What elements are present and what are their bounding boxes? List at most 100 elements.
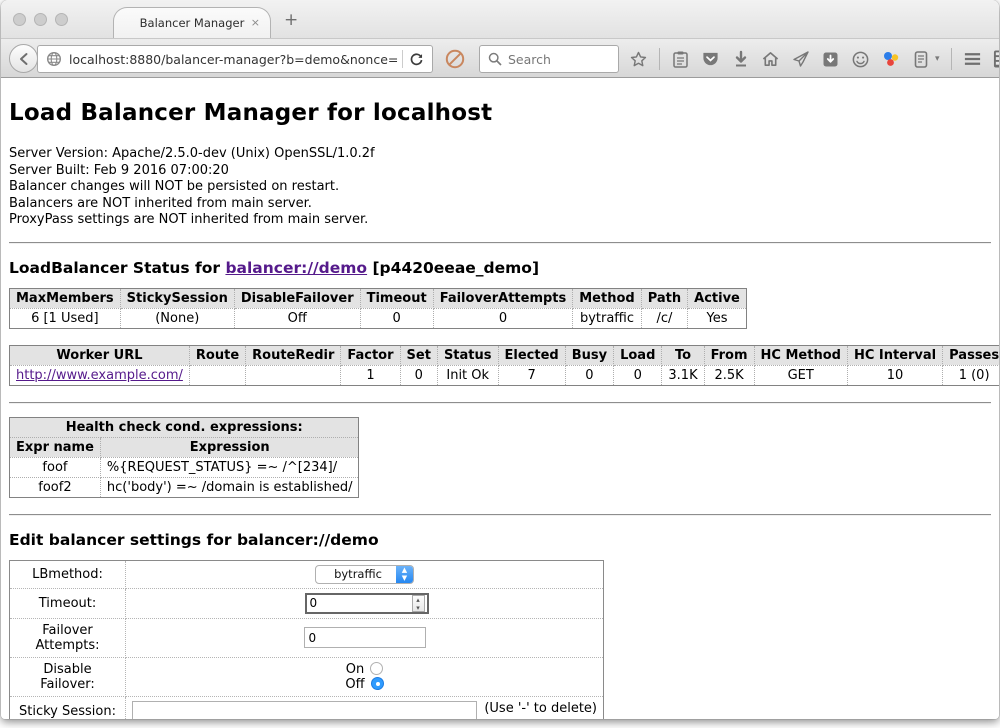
col-expression: Expression bbox=[100, 437, 359, 457]
back-button[interactable] bbox=[9, 44, 38, 73]
col-stickysession: StickySession bbox=[120, 288, 234, 308]
col-failoverattempts: FailoverAttempts bbox=[433, 288, 573, 308]
col-maxmembers: MaxMembers bbox=[10, 288, 121, 308]
cell-disablefailover: Off bbox=[234, 308, 360, 328]
notice-persist: Balancer changes will NOT be persisted o… bbox=[9, 179, 991, 196]
url-divider bbox=[402, 50, 403, 68]
timeout-input[interactable] bbox=[305, 593, 429, 614]
col-to: To bbox=[662, 345, 704, 365]
grid-icon[interactable] bbox=[993, 50, 999, 69]
table-row: foof %{REQUEST_STATUS} =~ /^[234]/ bbox=[10, 457, 359, 477]
cell-from: 2.5K bbox=[704, 365, 754, 385]
cell-route bbox=[189, 365, 245, 385]
url-bar[interactable]: localhost:8880/balancer-manager?b=demo&n… bbox=[37, 45, 433, 73]
cell-routeredir bbox=[246, 365, 341, 385]
bookmark-star-icon[interactable] bbox=[629, 50, 648, 69]
cell-timeout: 0 bbox=[360, 308, 433, 328]
cell-hc-interval: 10 bbox=[847, 365, 942, 385]
col-disablefailover: DisableFailover bbox=[234, 288, 360, 308]
colordots-icon[interactable] bbox=[881, 50, 900, 69]
radio-on-label: On bbox=[346, 662, 364, 677]
cell-active: Yes bbox=[688, 308, 747, 328]
disable-failover-label: Disable Failover: bbox=[10, 657, 126, 696]
sticky-session-input[interactable] bbox=[132, 701, 477, 720]
tab-balancer-manager[interactable]: Balancer Manager × bbox=[113, 7, 271, 38]
worker-status-table: Worker URL Route RouteRedir Factor Set S… bbox=[9, 345, 999, 386]
radio-off[interactable] bbox=[371, 677, 384, 690]
table-row: http://www.example.com/ 1 0 Init Ok 7 0 … bbox=[10, 365, 1000, 385]
cell-set: 0 bbox=[400, 365, 437, 385]
col-elected: Elected bbox=[498, 345, 565, 365]
blocked-icon[interactable] bbox=[444, 48, 466, 70]
col-hc-interval: HC Interval bbox=[847, 345, 942, 365]
menu-icon[interactable] bbox=[963, 50, 982, 69]
globe-icon bbox=[46, 51, 62, 67]
cell-expr-name: foof bbox=[10, 457, 101, 477]
clipboard-icon[interactable] bbox=[671, 50, 690, 69]
cell-maxmembers: 6 [1 Used] bbox=[10, 308, 121, 328]
balancer-demo-link[interactable]: balancer://demo bbox=[225, 259, 367, 277]
smiley-icon[interactable] bbox=[851, 50, 870, 69]
cell-load: 0 bbox=[614, 365, 662, 385]
search-bar[interactable] bbox=[479, 45, 619, 73]
divider bbox=[9, 242, 991, 244]
toolbar-divider bbox=[659, 48, 660, 70]
search-input[interactable] bbox=[508, 52, 603, 67]
traffic-lights bbox=[13, 13, 68, 26]
home-icon[interactable] bbox=[761, 50, 780, 69]
tab-bar: Balancer Manager × + bbox=[1, 0, 999, 38]
col-hc-method: HC Method bbox=[754, 345, 847, 365]
lbmethod-select[interactable]: bytraffic ▲▼ bbox=[315, 565, 414, 584]
radio-on[interactable] bbox=[370, 662, 383, 675]
square-download-icon[interactable] bbox=[821, 50, 840, 69]
zoom-window-button[interactable] bbox=[55, 13, 68, 26]
failover-attempts-label: Failover Attempts: bbox=[10, 618, 126, 657]
url-text[interactable]: localhost:8880/balancer-manager?b=demo&n… bbox=[69, 52, 398, 67]
server-info: Server Version: Apache/2.5.0-dev (Unix) … bbox=[9, 146, 991, 229]
form-row-timeout: Timeout: ▴▾ bbox=[10, 588, 604, 618]
download-icon[interactable] bbox=[731, 50, 750, 69]
cell-busy: 0 bbox=[565, 365, 613, 385]
cell-expr-name: foof2 bbox=[10, 477, 101, 497]
notes-icon[interactable] bbox=[911, 50, 930, 69]
number-spinner-icon[interactable]: ▴▾ bbox=[412, 595, 425, 612]
radio-off-label: Off bbox=[345, 677, 364, 692]
notice-proxypass: ProxyPass settings are NOT inherited fro… bbox=[9, 212, 991, 229]
table-header-row: MaxMembers StickySession DisableFailover… bbox=[10, 288, 747, 308]
divider bbox=[9, 402, 991, 404]
cell-to: 3.1K bbox=[662, 365, 704, 385]
col-from: From bbox=[704, 345, 754, 365]
dropdown-caret-icon[interactable]: ▾ bbox=[935, 54, 940, 64]
page-title: Load Balancer Manager for localhost bbox=[9, 100, 991, 126]
sticky-session-label: Sticky Session: bbox=[10, 696, 126, 719]
page-content: Load Balancer Manager for localhost Serv… bbox=[1, 78, 999, 719]
send-icon[interactable] bbox=[791, 50, 810, 69]
cell-hc-method: GET bbox=[754, 365, 847, 385]
browser-window: Balancer Manager × + localhost:8880/bala… bbox=[1, 0, 999, 719]
col-load: Load bbox=[614, 345, 662, 365]
cell-passes: 1 (0) bbox=[943, 365, 999, 385]
reload-icon[interactable] bbox=[409, 52, 424, 67]
close-window-button[interactable] bbox=[13, 13, 26, 26]
toolbar-divider bbox=[951, 48, 952, 70]
cell-expression: hc('body') =~ /domain is established/ bbox=[100, 477, 359, 497]
sticky-session-hint: (Use '-' to delete) bbox=[484, 701, 597, 716]
col-set: Set bbox=[400, 345, 437, 365]
col-worker-url: Worker URL bbox=[10, 345, 190, 365]
col-timeout: Timeout bbox=[360, 288, 433, 308]
failover-attempts-input[interactable] bbox=[304, 627, 426, 648]
pocket-icon[interactable] bbox=[701, 50, 720, 69]
col-busy: Busy bbox=[565, 345, 613, 365]
table-header-row: Expr name Expression bbox=[10, 437, 359, 457]
col-method: Method bbox=[573, 288, 641, 308]
worker-url-link[interactable]: http://www.example.com/ bbox=[16, 368, 183, 383]
new-tab-button[interactable]: + bbox=[284, 12, 298, 29]
col-active: Active bbox=[688, 288, 747, 308]
server-version: Server Version: Apache/2.5.0-dev (Unix) … bbox=[9, 146, 991, 163]
minimize-window-button[interactable] bbox=[34, 13, 47, 26]
cell-stickysession: (None) bbox=[120, 308, 234, 328]
timeout-label: Timeout: bbox=[10, 588, 126, 618]
table-row: foof2 hc('body') =~ /domain is establish… bbox=[10, 477, 359, 497]
tab-close-icon[interactable]: × bbox=[251, 16, 260, 29]
divider bbox=[9, 514, 991, 516]
